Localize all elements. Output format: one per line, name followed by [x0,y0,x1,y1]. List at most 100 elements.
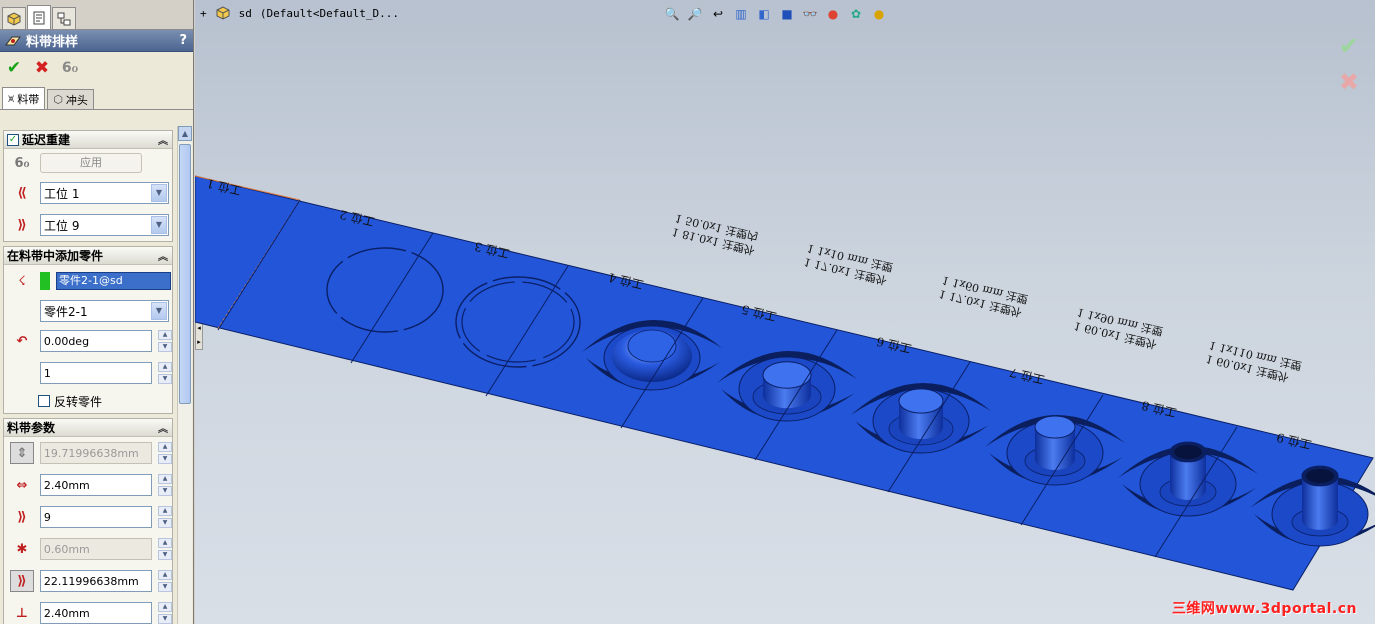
stations-spinner[interactable]: ▲ ▼ [158,506,172,528]
cup-bottom-edge [1035,448,1075,470]
apply-button[interactable]: 应用 [40,153,142,173]
cup-top [1034,415,1076,439]
strip-layout-model[interactable]: 工位 1工位 2工位 3工位 4工位 5工位 6工位 7工位 8工位 9 1 8… [195,0,1375,624]
bottom-offset-icon: ⊥ [15,605,28,621]
properties-icon [33,11,45,24]
thickness-input: 0.60mm [39,538,153,560]
cancel-icon[interactable]: ✖ [32,58,52,78]
collapse-icon[interactable]: ︽ [158,132,168,147]
pitch-icon: ⟫ [10,570,34,592]
property-manager: 料带排样 ? ✔ ✖ 6ℴ ⩙ 料带 ⬡ 冲头 ✓ 延迟重建 ︽ 6ℴ 应用 ⟪… [0,0,194,624]
chevron-down-icon[interactable]: ▼ [151,302,167,320]
feature-tree-tab[interactable] [2,7,26,29]
cup-top [898,388,944,414]
station-end-icon: ⟫ [17,217,27,233]
bottom-spinner[interactable]: ▲ ▼ [158,602,172,624]
config-icon [57,12,71,25]
flip-part-checkbox[interactable] [38,395,50,407]
add-part-header[interactable]: 在料带中添加零件 ︽ [4,247,172,265]
cup-hole [1174,445,1202,459]
tab-strip[interactable]: ⩙ 料带 [2,87,46,109]
cup-bottom-edge [899,414,943,440]
cup-bottom-edge [1302,510,1338,530]
scroll-thumb[interactable] [179,144,191,404]
collapse-icon[interactable]: ︽ [158,248,168,263]
gap-row: ⇔ 2.40mm ▲ ▼ [4,469,172,501]
delay-rebuild-group: ✓ 延迟重建 ︽ 6ℴ 应用 ⟪ 工位 1 ▼ ⟫ 工位 9 ▼ [3,130,173,242]
tab-punch[interactable]: ⬡ 冲头 [47,89,94,109]
to-station-select[interactable]: 工位 9 ▼ [40,214,169,236]
property-scroll-area: ✓ 延迟重建 ︽ 6ℴ 应用 ⟪ 工位 1 ▼ ⟫ 工位 9 ▼ 在料带中添加零… [0,126,176,624]
from-station-value: 工位 1 [44,186,80,201]
from-station-row: ⟪ 工位 1 ▼ [4,177,172,209]
stations-input[interactable]: 9 [39,506,153,528]
help-button[interactable]: ? [179,33,187,48]
from-station-select[interactable]: 工位 1 ▼ [40,182,169,204]
selection-color-swatch [40,272,50,290]
angle-spinner[interactable]: ▲ ▼ [158,330,172,352]
strip-params-title: 料带参数 [7,421,56,435]
chevron-down-icon[interactable]: ▼ [151,216,167,234]
part-select-row: 零件2-1 ▼ [4,297,172,325]
selection-icon: ☇ [18,273,26,289]
bottom-input[interactable]: 2.40mm [39,602,153,624]
gap-spinner[interactable]: ▲ ▼ [158,474,172,496]
manager-tabs [0,0,193,30]
cup-hole [1306,469,1334,483]
add-part-group: 在料带中添加零件 ︽ ☇ 零件2-1@sd 零件2-1 ▼ ↶ 0.00deg … [3,246,173,414]
ok-icon[interactable]: ✔ [4,58,24,78]
action-bar: ✔ ✖ 6ℴ [0,52,193,84]
strip-icon: ⩙ [8,91,15,105]
strip-width-icon: ⇕ [10,442,34,464]
bottom-row: ⊥ 2.40mm ▲ ▼ [4,597,172,624]
property-manager-title: 料带排样 ? [0,30,193,52]
part-icon [7,11,21,26]
part-select[interactable]: 零件2-1 ▼ [40,300,169,322]
pitch-input[interactable]: 22.11996638mm [39,570,153,592]
strip-width-input: 19.71996638mm [39,442,153,464]
preview-icon[interactable]: 6ℴ [60,60,80,76]
blank-icon [10,300,34,322]
collapse-icon[interactable]: ︽ [158,420,168,435]
delay-rebuild-header[interactable]: ✓ 延迟重建 ︽ [4,131,172,149]
selected-part-row: ☇ 零件2-1@sd [4,265,172,297]
to-station-row: ⟫ 工位 9 ▼ [4,209,172,241]
strip-params-group: 料带参数 ︽ ⇕ 19.71996638mm ▲ ▼ ⇔ 2.40mm ▲ ▼ ⟫ … [3,418,173,624]
preview-icon: 6ℴ [14,155,30,171]
property-scrollbar[interactable]: ▲ [177,126,192,624]
count-spinner[interactable]: ▲ ▼ [158,362,172,384]
property-tab[interactable] [27,5,51,29]
delay-rebuild-title: 延迟重建 [22,133,71,147]
strip-width-row: ⇕ 19.71996638mm ▲ ▼ [4,437,172,469]
selected-part-field[interactable]: 零件2-1@sd [56,272,171,290]
apply-row: 6ℴ 应用 [4,149,172,177]
strip-punch-tabs: ⩙ 料带 ⬡ 冲头 [0,86,193,110]
pitch-row: ⟫ 22.11996638mm ▲ ▼ [4,565,172,597]
thickness-row: ✱ 0.60mm ▲ ▼ [4,533,172,565]
blank-icon [10,362,34,384]
flip-part-row: 反转零件 [4,389,172,413]
tab-punch-label: 冲头 [65,93,88,107]
station-start-icon: ⟪ [17,185,27,201]
flip-part-label: 反转零件 [54,394,103,409]
configuration-tab[interactable] [52,7,76,29]
title-text: 料带排样 [26,35,79,50]
pitch-spinner[interactable]: ▲ ▼ [158,570,172,592]
gap-input[interactable]: 2.40mm [39,474,153,496]
cup-top [762,361,812,389]
strip-width-spinner: ▲ ▼ [158,442,172,464]
delay-rebuild-checkbox[interactable]: ✓ [7,133,19,146]
add-part-title: 在料带中添加零件 [7,249,104,263]
scroll-up-icon[interactable]: ▲ [178,126,192,141]
count-input[interactable]: 1 [39,362,153,384]
graphics-area[interactable]: + sd (Default<Default_D... 🔍 🔎 ↩ ▥ ◧ ■ 👓… [195,0,1375,624]
tab-strip-label: 料带 [17,92,40,106]
angle-input[interactable]: 0.00deg [39,330,153,352]
thickness-spinner: ▲ ▼ [158,538,172,560]
stations-icon: ⟫ [17,509,27,525]
chevron-down-icon[interactable]: ▼ [151,184,167,202]
strip-layout-icon [5,36,21,45]
strip-params-header[interactable]: 料带参数 ︽ [4,419,172,437]
angle-row: ↶ 0.00deg ▲ ▼ [4,325,172,357]
thickness-icon: ✱ [16,541,28,557]
